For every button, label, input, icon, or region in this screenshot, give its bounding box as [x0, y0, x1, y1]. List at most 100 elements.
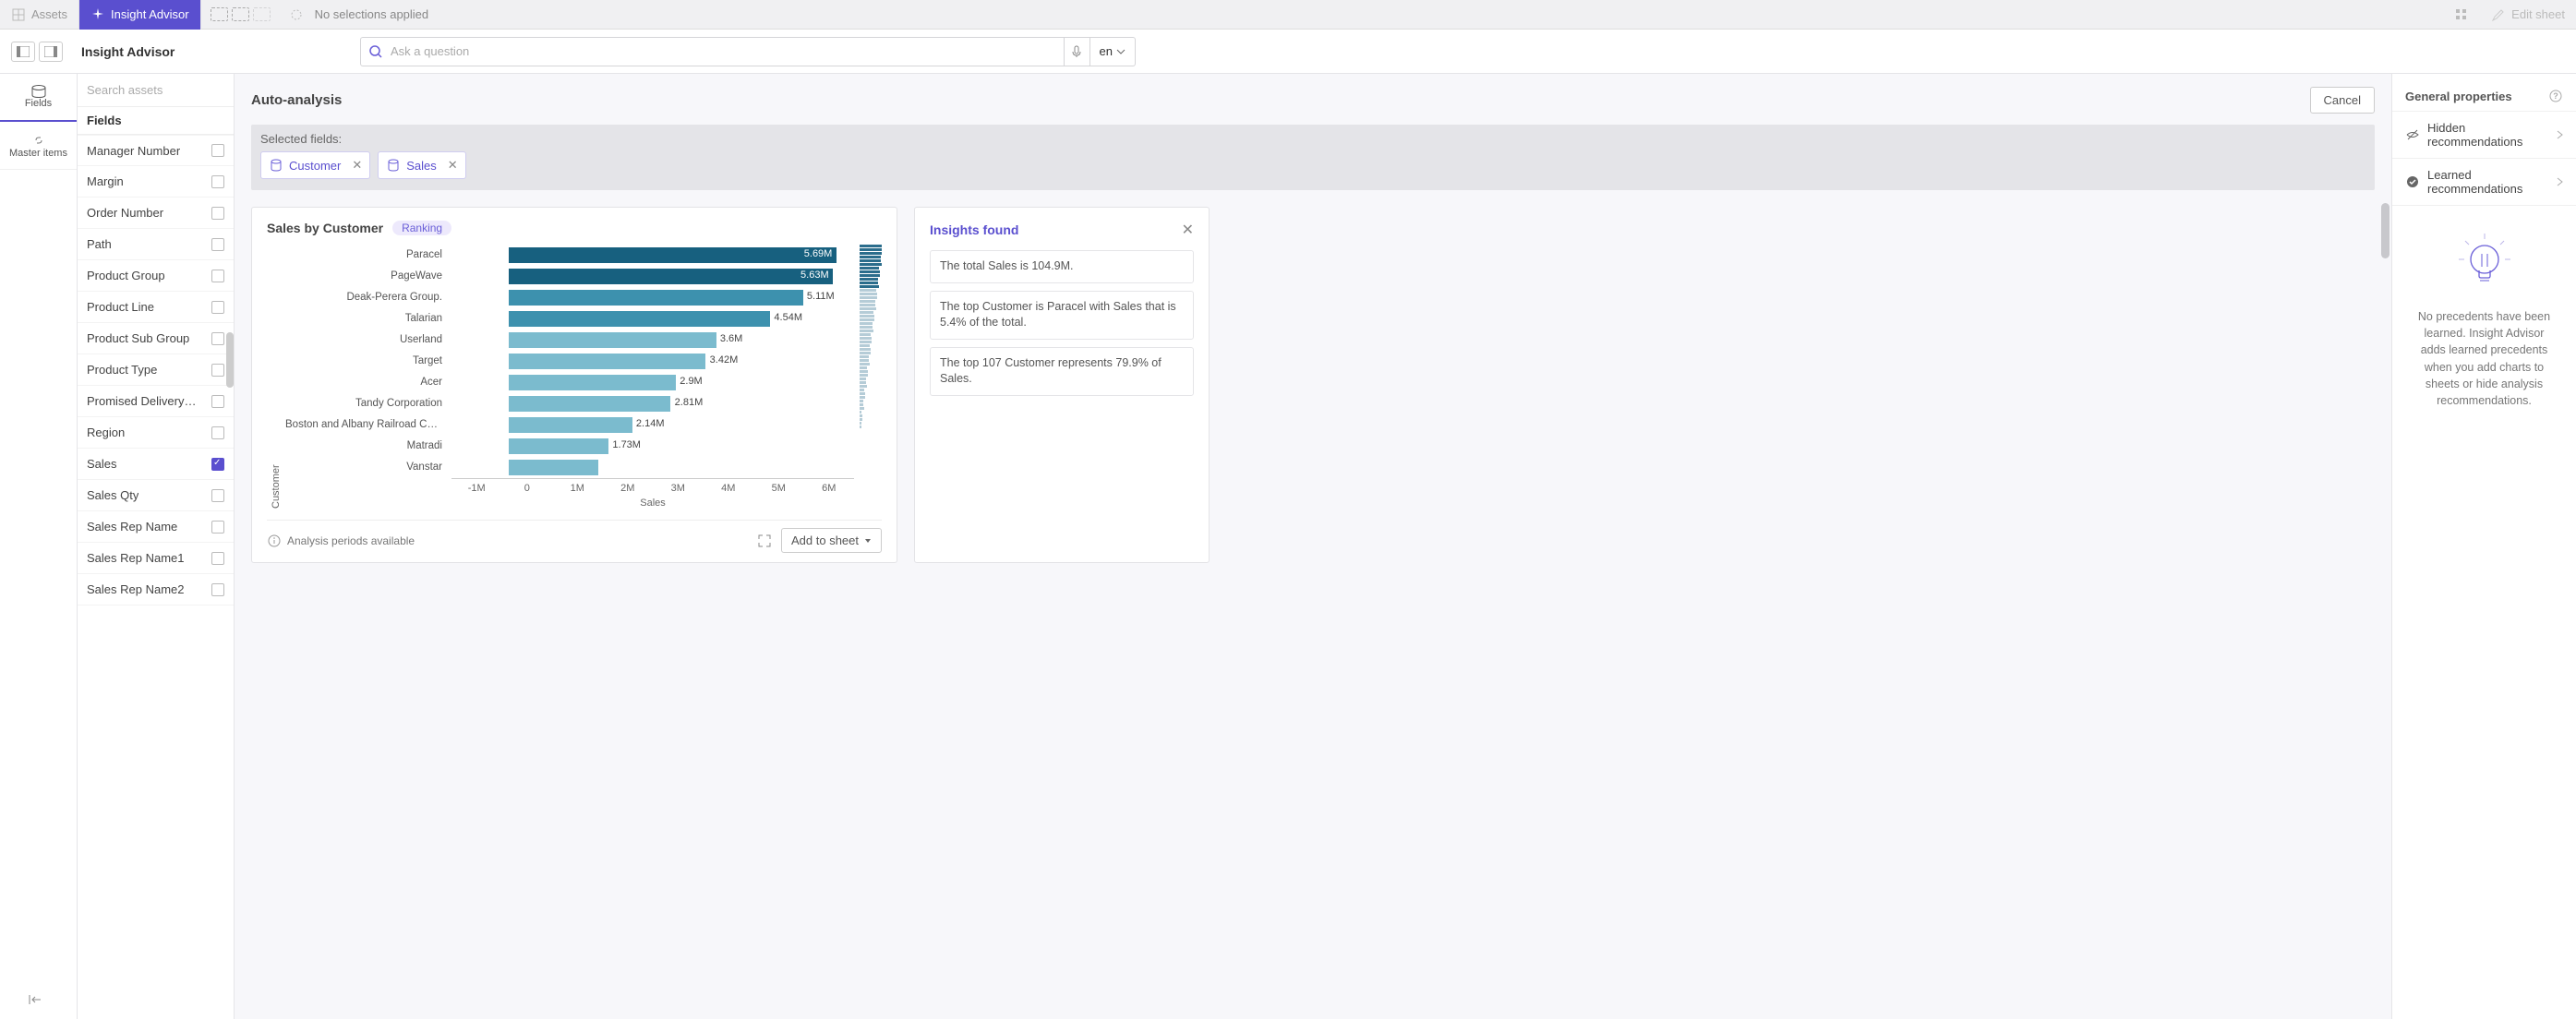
field-checkbox[interactable] [211, 395, 224, 408]
bar-row[interactable]: Paracel5.69M [285, 245, 854, 265]
right-panel-toggle[interactable] [39, 42, 63, 62]
selection-tool-1-icon[interactable] [211, 7, 228, 21]
insight-advisor-button[interactable]: Insight Advisor [79, 0, 201, 30]
bar-row[interactable]: Userland3.6M [285, 330, 854, 350]
bar-category: Talarian [285, 313, 451, 324]
bar-value: 3.42M [710, 354, 739, 366]
field-row[interactable]: Order Number [78, 198, 234, 229]
selection-tool-2-icon[interactable] [232, 7, 249, 21]
bar-row[interactable]: Talarian4.54M [285, 308, 854, 329]
fields-search-input[interactable] [78, 74, 234, 106]
hidden-recommendations-row[interactable]: Hidden recommendations [2392, 112, 2576, 159]
field-row[interactable]: Promised Delivery D... [78, 386, 234, 417]
chart-card: Sales by Customer Ranking Customer Parac… [251, 207, 897, 563]
field-label: Path [87, 237, 112, 251]
learned-recommendations-row[interactable]: Learned recommendations [2392, 159, 2576, 206]
insight-item[interactable]: The top Customer is Paracel with Sales t… [930, 291, 1194, 340]
bar-row[interactable]: Target3.42M [285, 351, 854, 371]
chart-minimap[interactable] [860, 245, 882, 509]
fields-scrollbar[interactable] [226, 332, 234, 388]
bar-value: 2.14M [636, 418, 665, 429]
field-row[interactable]: Sales [78, 449, 234, 480]
field-checkbox[interactable] [211, 301, 224, 314]
field-checkbox[interactable] [211, 521, 224, 533]
x-tick: 5M [753, 479, 804, 494]
bar-row[interactable]: Vanstar [285, 457, 854, 477]
rail-fields[interactable]: Fields [0, 74, 77, 122]
language-select[interactable]: en [1090, 37, 1136, 66]
field-row[interactable]: Margin [78, 166, 234, 198]
field-checkbox[interactable] [211, 207, 224, 220]
bar [509, 290, 802, 306]
field-row[interactable]: Product Type [78, 354, 234, 386]
edit-sheet-button[interactable]: Edit sheet [2480, 7, 2576, 22]
field-checkbox[interactable] [211, 238, 224, 251]
field-checkbox[interactable] [211, 175, 224, 188]
insight-item[interactable]: The total Sales is 104.9M. [930, 250, 1194, 283]
layers-icon [11, 7, 26, 22]
bar-row[interactable]: Acer2.9M [285, 372, 854, 392]
field-label: Promised Delivery D... [87, 394, 198, 408]
field-checkbox[interactable] [211, 458, 224, 471]
selected-token[interactable]: Customer✕ [260, 151, 370, 179]
field-checkbox[interactable] [211, 426, 224, 439]
field-checkbox[interactable] [211, 144, 224, 157]
field-row[interactable]: Product Group [78, 260, 234, 292]
center-scrollbar[interactable] [2381, 203, 2389, 258]
field-checkbox[interactable] [211, 583, 224, 596]
mic-button[interactable] [1065, 37, 1090, 66]
field-row[interactable]: Product Line [78, 292, 234, 323]
rail-master-items[interactable]: Master items [0, 122, 77, 170]
selected-token[interactable]: Sales✕ [378, 151, 465, 179]
ask-question-box[interactable] [360, 37, 1065, 66]
field-row[interactable]: Sales Rep Name2 [78, 574, 234, 605]
header-row: Insight Advisor en [0, 30, 2576, 74]
bar-row[interactable]: Boston and Albany Railroad Company2.14M [285, 414, 854, 435]
bar-row[interactable]: Matradi1.73M [285, 436, 854, 456]
field-row[interactable]: Region [78, 417, 234, 449]
x-tick: -1M [451, 479, 502, 494]
field-row[interactable]: Path [78, 229, 234, 260]
help-icon[interactable]: ? [2548, 89, 2563, 103]
field-label: Sales Rep Name2 [87, 582, 185, 596]
field-row[interactable]: Manager Number [78, 135, 234, 166]
add-to-sheet-button[interactable]: Add to sheet [781, 528, 882, 553]
bar [509, 375, 676, 390]
field-checkbox[interactable] [211, 489, 224, 502]
field-label: Sales Qty [87, 488, 138, 502]
caret-down-icon [864, 538, 872, 544]
field-checkbox[interactable] [211, 552, 224, 565]
field-checkbox[interactable] [211, 332, 224, 345]
field-checkbox[interactable] [211, 270, 224, 282]
bar-value: 2.81M [675, 397, 704, 408]
field-row[interactable]: Sales Rep Name1 [78, 543, 234, 574]
chevron-right-icon [2557, 130, 2563, 139]
bar [509, 438, 608, 454]
left-panel-toggle[interactable] [11, 42, 35, 62]
grid-button[interactable] [2443, 7, 2480, 22]
question-input[interactable] [383, 44, 1056, 58]
general-properties-header[interactable]: General properties ? [2392, 81, 2576, 112]
remove-token-icon[interactable]: ✕ [352, 158, 362, 173]
selected-label: Selected fields: [260, 132, 2365, 146]
bar-row[interactable]: Tandy Corporation2.81M [285, 393, 854, 414]
bar-row[interactable]: PageWave5.63M [285, 266, 854, 286]
field-row[interactable]: Product Sub Group [78, 323, 234, 354]
no-selections-text: No selections applied [307, 7, 429, 21]
close-icon[interactable]: ✕ [1182, 221, 1194, 239]
chart-badge: Ranking [392, 221, 451, 235]
bar [509, 417, 632, 433]
bar-row[interactable]: Deak-Perera Group.5.11M [285, 287, 854, 307]
field-label: Manager Number [87, 144, 180, 158]
cancel-button[interactable]: Cancel [2310, 87, 2375, 114]
collapse-rail[interactable] [28, 994, 42, 1008]
fullscreen-icon[interactable] [757, 533, 772, 548]
assets-button[interactable]: Assets [0, 0, 79, 30]
x-axis-label: Sales [451, 498, 854, 509]
field-row[interactable]: Sales Qty [78, 480, 234, 511]
left-rail: Fields Master items [0, 74, 78, 1019]
field-checkbox[interactable] [211, 364, 224, 377]
insight-item[interactable]: The top 107 Customer represents 79.9% of… [930, 347, 1194, 396]
field-row[interactable]: Sales Rep Name [78, 511, 234, 543]
remove-token-icon[interactable]: ✕ [448, 158, 458, 173]
